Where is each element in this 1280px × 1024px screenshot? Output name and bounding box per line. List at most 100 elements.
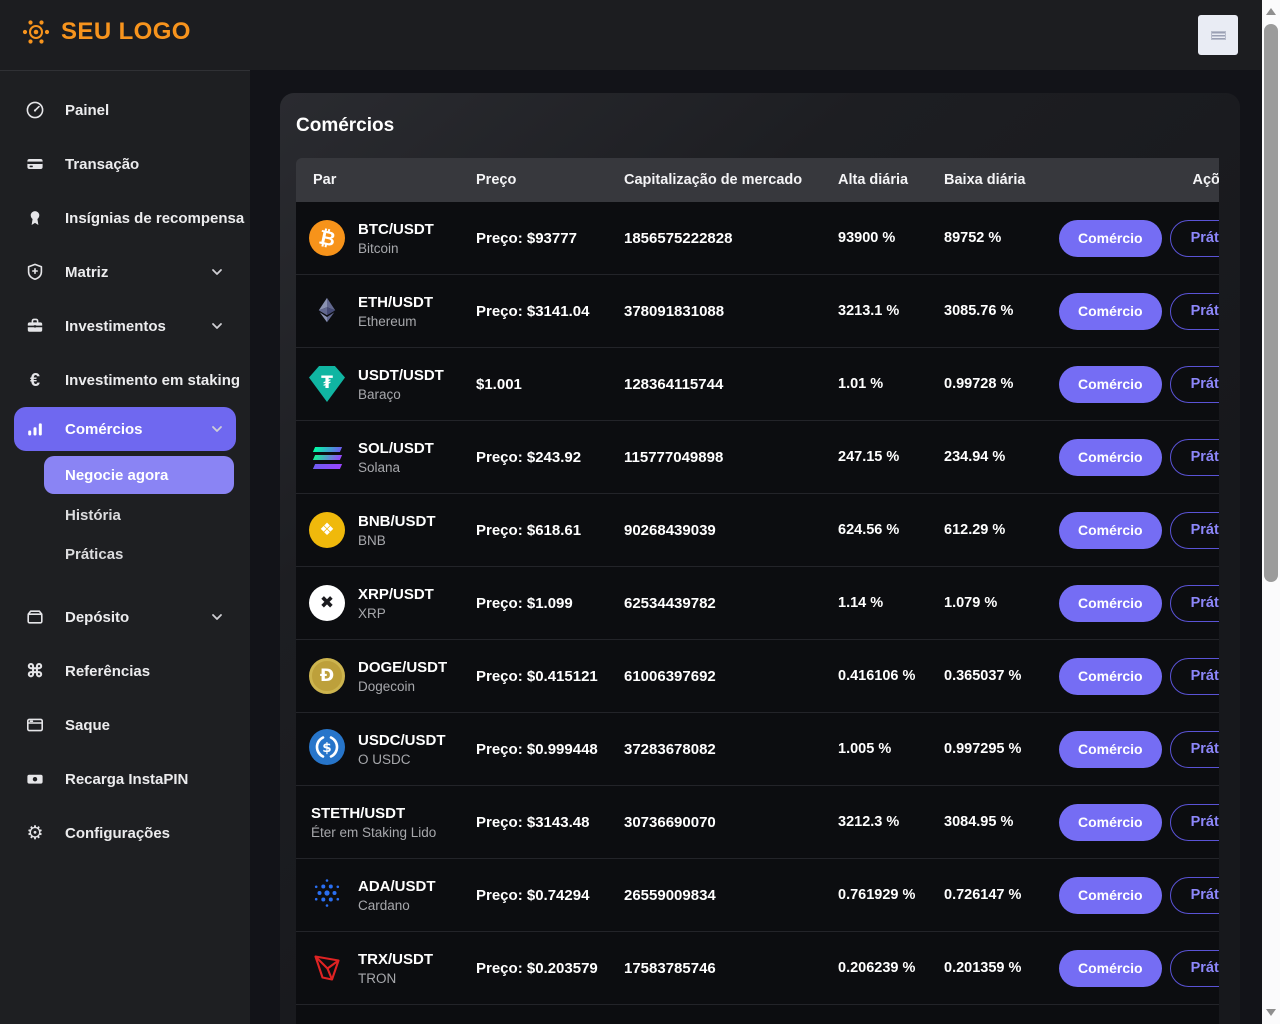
practice-button[interactable]: Prática <box>1170 512 1219 549</box>
sidebar-item-label: Transação <box>65 156 139 173</box>
practice-button[interactable]: Prática <box>1170 804 1219 841</box>
sidebar-subitem-label: Práticas <box>65 546 123 563</box>
price-cell: Preço: $93777 <box>476 230 624 247</box>
sidebar-item-matriz[interactable]: Matriz <box>0 245 250 299</box>
pair-symbol: ADA/USDT <box>358 878 436 895</box>
coin-name: Solana <box>358 460 434 475</box>
table-row: ETH/USDTEthereumPreço: $3141.04378091831… <box>296 275 1219 348</box>
price-cell: Preço: $3141.04 <box>476 303 624 320</box>
trade-button[interactable]: Comércio <box>1059 877 1162 914</box>
top-bar: SEU LOGO <box>0 0 1280 70</box>
column-header-acoes: Ações <box>1059 172 1219 188</box>
daily-low-cell: 0.997295 % <box>944 741 1059 757</box>
sidebar-subitem-negocie-agora[interactable]: Negocie agora <box>44 456 234 494</box>
usdt-coin-icon: ₮ <box>309 366 345 402</box>
pair-cell: ✖XRP/USDTXRP <box>296 585 476 621</box>
coin-name: BNB <box>358 533 436 548</box>
card-icon <box>24 154 46 174</box>
trade-button[interactable]: Comércio <box>1059 293 1162 330</box>
sidebar-item-recarga-instapin[interactable]: Recarga InstaPIN <box>0 752 250 806</box>
practice-button[interactable]: Prática <box>1170 950 1219 987</box>
trade-button[interactable]: Comércio <box>1059 731 1162 768</box>
table-row: STETH/USDTÉter em Staking LidoPreço: $31… <box>296 786 1219 859</box>
chart-icon <box>24 419 46 439</box>
trade-button[interactable]: Comércio <box>1059 804 1162 841</box>
pair-cell: TRX/USDTTRON <box>296 949 476 988</box>
avatar-button[interactable] <box>1198 15 1238 55</box>
sidebar-item-configuracoes[interactable]: ⚙Configurações <box>0 806 250 860</box>
trade-button[interactable]: Comércio <box>1059 950 1162 987</box>
sidebar-item-transacao[interactable]: Transação <box>0 137 250 191</box>
market-cap-cell: 128364115744 <box>624 376 838 393</box>
pair-cell: ETH/USDT Ethereum <box>296 292 476 330</box>
sidebar-item-painel[interactable]: Painel <box>0 83 250 137</box>
daily-low-cell: 3085.76 % <box>944 303 1059 319</box>
sidebar-group-gap <box>0 574 250 590</box>
sidebar-item-label: Recarga InstaPIN <box>65 771 188 788</box>
daily-low-cell: 234.94 % <box>944 449 1059 465</box>
daily-high-cell: 1.01 % <box>838 376 944 392</box>
scrollbar-down-arrow-icon[interactable] <box>1266 1009 1276 1016</box>
trade-button[interactable]: Comércio <box>1059 366 1162 403</box>
sidebar-item-investimentos[interactable]: Investimentos <box>0 299 250 353</box>
pair-symbol: BNB/USDT <box>358 513 436 530</box>
trade-button[interactable]: Comércio <box>1059 585 1162 622</box>
practice-button[interactable]: Prática <box>1170 293 1219 330</box>
sidebar-item-deposito[interactable]: Depósito <box>0 590 250 644</box>
market-cap-cell: 30736690070 <box>624 814 838 831</box>
column-header-preco: Preço <box>476 172 624 188</box>
sidebar-item-referencias[interactable]: ⌘Referências <box>0 644 250 698</box>
practice-button[interactable]: Prática <box>1170 877 1219 914</box>
practice-button[interactable]: Prática <box>1170 731 1219 768</box>
practice-button[interactable]: Prática <box>1170 658 1219 695</box>
pair-symbol: USDT/USDT <box>358 367 444 384</box>
sidebar-item-comercios[interactable]: Comércios <box>14 407 236 451</box>
scrollbar-thumb[interactable] <box>1264 24 1278 582</box>
practice-button[interactable]: Prática <box>1170 220 1219 257</box>
actions-cell: ComércioPrática <box>1059 804 1219 841</box>
column-header-par: Par <box>296 172 476 188</box>
trade-button[interactable]: Comércio <box>1059 512 1162 549</box>
sidebar-subitem-label: Negocie agora <box>65 467 168 484</box>
trade-button[interactable]: Comércio <box>1059 439 1162 476</box>
practice-button[interactable]: Prática <box>1170 366 1219 403</box>
pair-symbol: ETH/USDT <box>358 294 433 311</box>
daily-low-cell: 612.29 % <box>944 522 1059 538</box>
box-icon <box>24 607 46 627</box>
pair-cell: ❖BNB/USDTBNB <box>296 512 476 548</box>
sidebar-item-label: Matriz <box>65 264 108 281</box>
sidebar-subitem-praticas[interactable]: Práticas <box>0 535 250 574</box>
price-cell: Preço: $243.92 <box>476 449 624 466</box>
table-row: ADA/USDTCardanoPreço: $0.742942655900983… <box>296 859 1219 932</box>
sidebar-item-investimento-em-staking[interactable]: €Investimento em staking <box>0 353 250 407</box>
coin-name: Dogecoin <box>358 679 447 694</box>
sidebar-item-insignias-de-recompensa[interactable]: Insígnias de recompensa <box>0 191 250 245</box>
coin-name: Ethereum <box>358 314 433 329</box>
table-row: $USDC/USDTO USDCPreço: $0.99944837283678… <box>296 713 1219 786</box>
usdc-coin-icon: $ <box>309 729 345 770</box>
avatar-placeholder-icon <box>1211 31 1226 40</box>
sidebar-subitem-historia[interactable]: História <box>0 496 250 535</box>
table-row: ₿BTC/USDTBitcoinPreço: $9377718565752228… <box>296 202 1219 275</box>
sidebar-item-label: Insígnias de recompensa <box>65 210 244 227</box>
pair-cell: ₿BTC/USDTBitcoin <box>296 220 476 256</box>
actions-cell: ComércioPrática <box>1059 512 1219 549</box>
practice-button[interactable]: Prática <box>1170 439 1219 476</box>
svg-text:$: $ <box>322 740 331 756</box>
table-row: ✖XRP/USDTXRPPreço: $1.099625344397821.14… <box>296 567 1219 640</box>
euro-icon: € <box>24 371 46 389</box>
price-cell: Preço: $0.415121 <box>476 668 624 685</box>
actions-cell: ComércioPrática <box>1059 585 1219 622</box>
btc-coin-icon: ₿ <box>309 220 345 256</box>
trade-button[interactable]: Comércio <box>1059 220 1162 257</box>
price-cell: Preço: $0.999448 <box>476 741 624 758</box>
pair-cell: $USDC/USDTO USDC <box>296 729 476 770</box>
column-header-alta-diaria: Alta diária <box>838 172 944 188</box>
table-row: SOL/USDTSolanaPreço: $243.92115777049898… <box>296 421 1219 494</box>
coin-name: Cardano <box>358 898 436 913</box>
scrollbar-up-arrow-icon[interactable] <box>1266 8 1276 15</box>
chevron-down-icon <box>210 319 224 333</box>
practice-button[interactable]: Prática <box>1170 585 1219 622</box>
sidebar-item-saque[interactable]: Saque <box>0 698 250 752</box>
trade-button[interactable]: Comércio <box>1059 658 1162 695</box>
